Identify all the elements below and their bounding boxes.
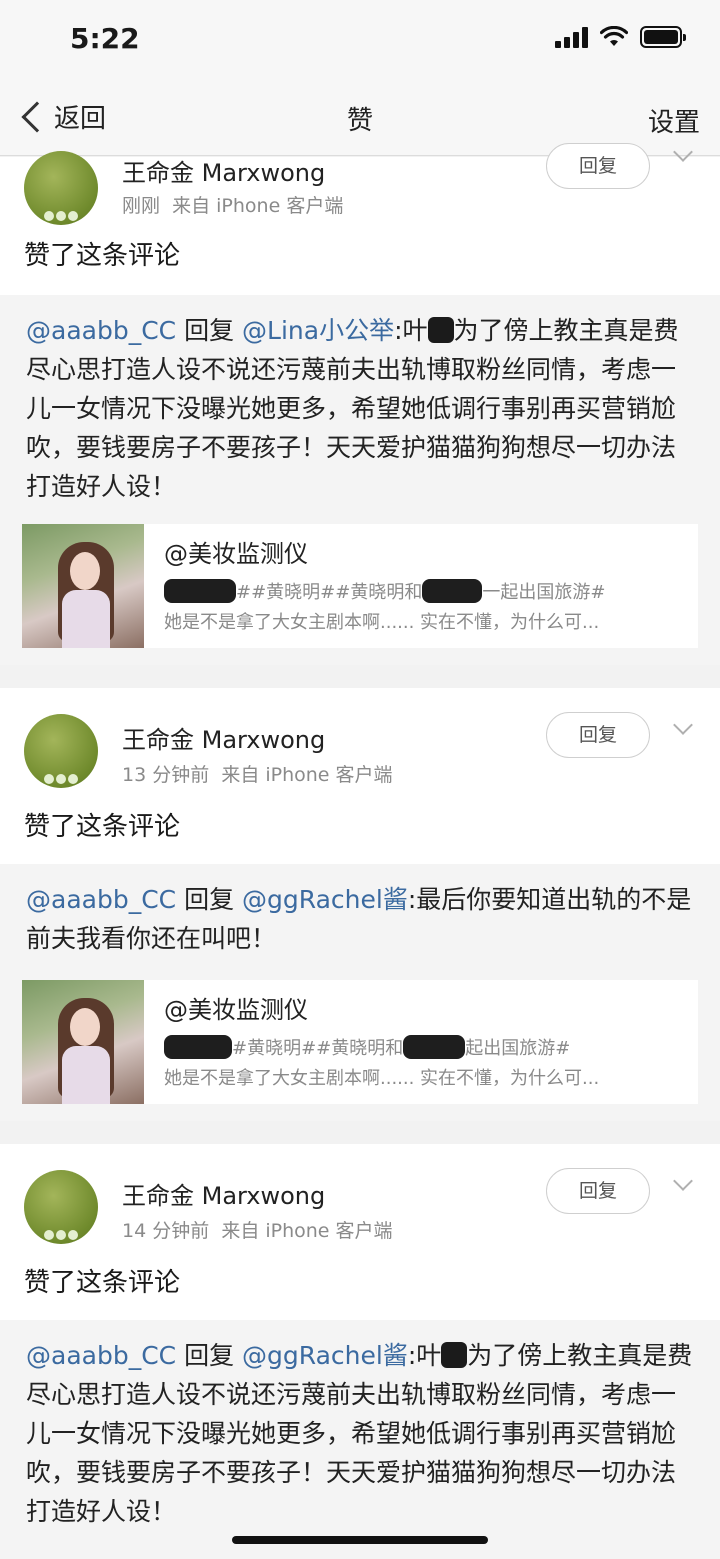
reply-button[interactable]: 回复 — [546, 1168, 650, 1214]
username[interactable]: 王命金 Marxwong — [122, 1176, 325, 1211]
reply-button[interactable]: 回复 — [546, 143, 650, 189]
chevron-down-icon[interactable] — [673, 715, 693, 735]
settings-button[interactable]: 设置 — [648, 102, 700, 139]
shared-post-author: @美妆监测仪 — [164, 996, 308, 1024]
post-time: 13 分钟前 — [122, 764, 210, 786]
mention-link[interactable]: @aaabb_CC — [26, 1341, 176, 1370]
wifi-icon — [600, 26, 628, 46]
quote-prefix: :叶 — [394, 316, 428, 345]
post-source: 来自 iPhone 客户端 — [221, 764, 393, 786]
like-action-text: 赞了这条评论 — [24, 1268, 181, 1298]
mention-link[interactable]: @aaabb_CC — [26, 885, 176, 914]
avatar[interactable] — [24, 151, 98, 225]
notification-item: 王命金 Marxwong 13 分钟前 来自 iPhone 客户端 回复 赞了这… — [0, 688, 720, 864]
mention-link[interactable]: @aaabb_CC — [26, 316, 176, 345]
shared-post-tags: #黄晓明##黄晓明和 起出国旅游# — [164, 1034, 570, 1060]
chevron-down-icon[interactable] — [673, 1171, 693, 1191]
home-indicator[interactable] — [232, 1536, 488, 1544]
reply-word: 回复 — [184, 316, 235, 345]
mention-link[interactable]: @Lina小公举 — [242, 316, 394, 345]
post-time: 14 分钟前 — [122, 1220, 210, 1242]
shared-post-author: @美妆监测仪 — [164, 540, 308, 568]
status-icons — [555, 26, 686, 48]
quoted-comment-text: @aaabb_CC 回复 @ggRachel酱:叶 为了傍上教主真是费尽心思打造人… — [26, 1336, 694, 1531]
post-thumbnail — [22, 524, 144, 648]
redaction-mark — [441, 1342, 468, 1368]
post-time: 刚刚 — [122, 195, 161, 217]
post-source: 来自 iPhone 客户端 — [172, 195, 344, 217]
page-title: 赞 — [346, 106, 373, 136]
shared-post-snippet: 她是不是拿了大女主剧本啊...... 实在不懂，为什么可... — [164, 1068, 600, 1089]
mention-link[interactable]: @ggRachel酱 — [242, 1341, 408, 1370]
reply-word: 回复 — [184, 1341, 235, 1370]
shared-post-tags: ##黄晓明##黄晓明和 一起出国旅游# — [164, 578, 605, 604]
reply-button[interactable]: 回复 — [546, 712, 650, 758]
battery-icon — [640, 26, 686, 48]
shared-post-card[interactable]: @美妆监测仪 ##黄晓明##黄晓明和 一起出国旅游# 她是不是拿了大女主剧本啊..… — [22, 524, 698, 648]
shared-post-snippet: 她是不是拿了大女主剧本啊...... 实在不懂，为什么可... — [164, 612, 600, 633]
like-action-text: 赞了这条评论 — [24, 241, 181, 271]
quoted-comment[interactable]: @aaabb_CC 回复 @ggRachel酱:叶 为了傍上教主真是费尽心思打造人… — [0, 1320, 720, 1559]
shared-post-card[interactable]: @美妆监测仪 #黄晓明##黄晓明和 起出国旅游# 她是不是拿了大女主剧本啊....… — [22, 980, 698, 1104]
post-source: 来自 iPhone 客户端 — [221, 1220, 393, 1242]
status-bar: 5:22 — [0, 0, 720, 84]
status-time: 5:22 — [70, 22, 140, 55]
avatar[interactable] — [24, 714, 98, 788]
post-meta: 刚刚 来自 iPhone 客户端 — [122, 191, 343, 218]
post-meta: 13 分钟前 来自 iPhone 客户端 — [122, 760, 393, 787]
avatar[interactable] — [24, 1170, 98, 1244]
notification-item: 王命金 Marxwong 14 分钟前 来自 iPhone 客户端 回复 赞了这… — [0, 1144, 720, 1320]
redaction-mark — [427, 317, 454, 343]
notification-item: 王命金 Marxwong 刚刚 来自 iPhone 客户端 回复 赞了这条评论 — [0, 142, 720, 295]
cellular-signal-icon — [555, 26, 588, 48]
like-action-text: 赞了这条评论 — [24, 812, 181, 842]
username[interactable]: 王命金 Marxwong — [122, 153, 325, 188]
quoted-comment-text: @aaabb_CC 回复 @Lina小公举:叶 为了傍上教主真是费尽心思打造人设不… — [26, 311, 694, 506]
quoted-comment-text: @aaabb_CC 回复 @ggRachel酱:最后你要知道出轨的不是前夫我看你… — [26, 880, 694, 958]
post-thumbnail — [22, 980, 144, 1104]
mention-link[interactable]: @ggRachel酱 — [242, 885, 408, 914]
username[interactable]: 王命金 Marxwong — [122, 720, 325, 755]
post-meta: 14 分钟前 来自 iPhone 客户端 — [122, 1216, 393, 1243]
quote-prefix: :叶 — [407, 1341, 442, 1370]
reply-word: 回复 — [184, 885, 235, 914]
